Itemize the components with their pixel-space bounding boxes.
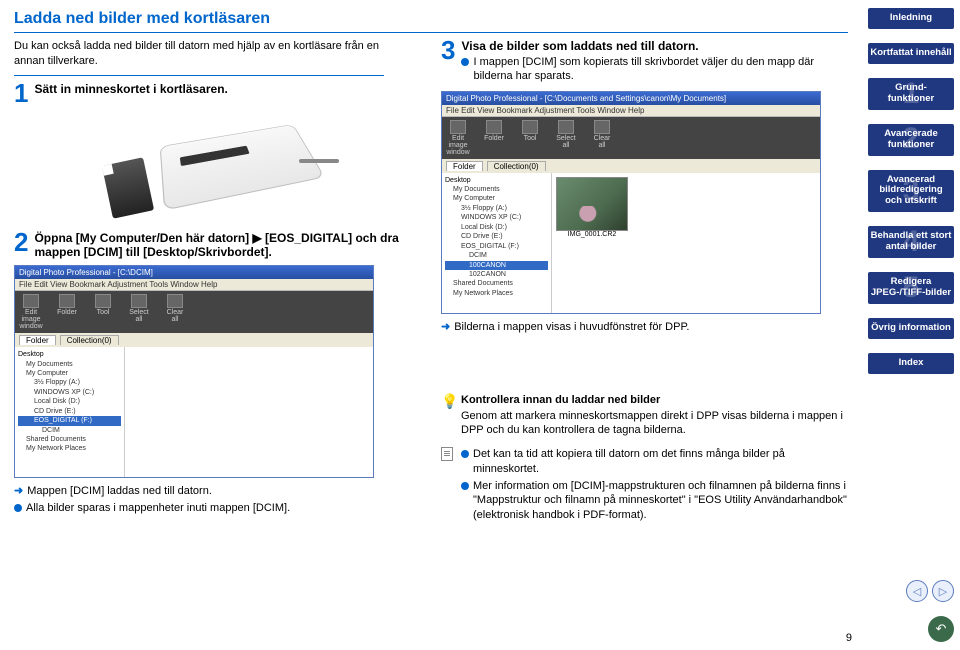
caption-b1: Alla bilder sparas i mappenheter inuti m… xyxy=(14,501,421,515)
tb-clear-all: Clear all xyxy=(590,120,614,156)
step-2-title: Öppna [My Computer/Den här datorn] ▶ [EO… xyxy=(34,231,421,259)
back-button[interactable]: ↶ xyxy=(928,616,954,642)
tb-tool: Tool xyxy=(91,294,115,330)
ss1-menubar: File Edit View Bookmark Adjustment Tools… xyxy=(15,279,373,291)
step-3-bullet: I mappen [DCIM] som kopierats till skriv… xyxy=(461,55,848,84)
left-column: Du kan också ladda ned bilder till dator… xyxy=(14,39,421,525)
bullet-dot xyxy=(461,450,469,458)
ss2-tree: Desktop My Documents My Computer 3½ Flop… xyxy=(442,173,552,313)
nav-ovrig[interactable]: Övrig information xyxy=(868,318,954,339)
nav-behandla[interactable]: 4Behandla ett stort antal bilder xyxy=(868,226,954,258)
bullet-dot xyxy=(461,58,469,66)
ss1-toolbar: Edit image window Folder Tool Select all… xyxy=(15,291,373,333)
caption-a1: ➜ Mappen [DCIM] laddas ned till datorn. xyxy=(14,484,421,498)
nav-index[interactable]: Index xyxy=(868,353,954,374)
step-3: 3 Visa de bilder som laddats ned till da… xyxy=(441,39,848,87)
step-3-title: Visa de bilder som laddats ned till dato… xyxy=(461,39,848,53)
tip1-title: Kontrollera innan du laddar ned bilder xyxy=(461,394,848,406)
cable-shape xyxy=(299,159,339,163)
tb-clear-all: Clear all xyxy=(163,294,187,330)
page-title: Ladda ned bilder med kortläsaren xyxy=(14,10,848,33)
arrow-icon: ➜ xyxy=(441,320,450,334)
tb-tool: Tool xyxy=(518,120,542,156)
ss1-titlebar: Digital Photo Professional - [C:\DCIM] xyxy=(15,266,373,279)
document-icon xyxy=(441,447,455,461)
bullet-dot xyxy=(461,482,469,490)
sidebar-nav: Inledning Kortfattat innehåll 1Grund- fu… xyxy=(862,0,960,650)
ss1-tab-collection: Collection(0) xyxy=(60,335,119,345)
tb-folder: Folder xyxy=(55,294,79,330)
tip2-b1: Det kan ta tid att kopiera till datorn o… xyxy=(461,447,848,476)
ss1-tabs: Folder Collection(0) xyxy=(15,333,373,347)
tip1-text: Genom att markera minneskortsmappen dire… xyxy=(461,409,848,438)
nav-inledning[interactable]: Inledning xyxy=(868,8,954,29)
nav-grund[interactable]: 1Grund- funktioner xyxy=(868,78,954,110)
thumbnail xyxy=(556,177,628,231)
ss2-tab-collection: Collection(0) xyxy=(487,161,546,171)
ss2-titlebar: Digital Photo Professional - [C:\Documen… xyxy=(442,92,820,105)
main-content: Ladda ned bilder med kortläsaren Du kan … xyxy=(0,0,862,650)
bullet-dot xyxy=(14,504,22,512)
screenshot-dpp-1: Digital Photo Professional - [C:\DCIM] F… xyxy=(14,265,374,478)
nav-kortfattat[interactable]: Kortfattat innehåll xyxy=(868,43,954,64)
ss2-menubar: File Edit View Bookmark Adjustment Tools… xyxy=(442,105,820,117)
screenshot-dpp-2: Digital Photo Professional - [C:\Documen… xyxy=(441,91,821,314)
ss1-tree: Desktop My Documents My Computer 3½ Flop… xyxy=(15,347,125,477)
tb-select-all: Select all xyxy=(127,294,151,330)
reader-body-shape xyxy=(159,124,324,211)
ss2-toolbar: Edit image window Folder Tool Select all… xyxy=(442,117,820,159)
tip-check: 💡 Kontrollera innan du laddar ned bilder… xyxy=(441,394,848,438)
nav-footer: ◁ ▷ xyxy=(868,580,954,602)
card-reader-illustration xyxy=(103,111,333,221)
step-1-number: 1 xyxy=(14,82,28,105)
sd-card-shape xyxy=(101,157,153,219)
step-1-title: Sätt in minneskortet i kortläsaren. xyxy=(34,82,421,96)
tb-edit-image: Edit image window xyxy=(446,120,470,156)
next-page-button[interactable]: ▷ xyxy=(932,580,954,602)
ss2-view: IMG_0001.CR2 xyxy=(552,173,820,313)
lightbulb-icon: 💡 xyxy=(441,394,455,408)
step-2: 2 Öppna [My Computer/Den här datorn] ▶ [… xyxy=(14,231,421,261)
nav-avancerade[interactable]: 2Avancerade funktioner xyxy=(868,124,954,156)
step-1: 1 Sätt in minneskortet i kortläsaren. xyxy=(14,82,421,105)
ss2-tab-folder: Folder xyxy=(446,161,483,171)
thumbnail-label: IMG_0001.CR2 xyxy=(556,231,628,238)
prev-page-button[interactable]: ◁ xyxy=(906,580,928,602)
tb-folder: Folder xyxy=(482,120,506,156)
step-3-number: 3 xyxy=(441,39,455,87)
tb-select-all: Select all xyxy=(554,120,578,156)
right-column: 3 Visa de bilder som laddats ned till da… xyxy=(441,39,848,525)
ss1-view xyxy=(125,347,373,477)
tip2-b2: Mer information om [DCIM]-mappstrukturen… xyxy=(461,479,848,522)
arrow-icon: ➜ xyxy=(14,484,23,498)
nav-bildredigering[interactable]: 3Avancerad bildredigering och utskrift xyxy=(868,170,954,213)
tip-notes: Det kan ta tid att kopiera till datorn o… xyxy=(441,447,848,524)
step-2-number: 2 xyxy=(14,231,28,261)
ss1-tab-folder: Folder xyxy=(19,335,56,345)
nav-jpeg[interactable]: 5Redigera JPEG-/TIFF-bilder xyxy=(868,272,954,304)
tb-edit-image: Edit image window xyxy=(19,294,43,330)
intro-text: Du kan också ladda ned bilder till dator… xyxy=(14,39,384,76)
caption-a2: ➜ Bilderna i mappen visas i huvudfönstre… xyxy=(441,320,848,334)
ss2-tabs: Folder Collection(0) xyxy=(442,159,820,173)
page-number: 9 xyxy=(846,632,852,644)
